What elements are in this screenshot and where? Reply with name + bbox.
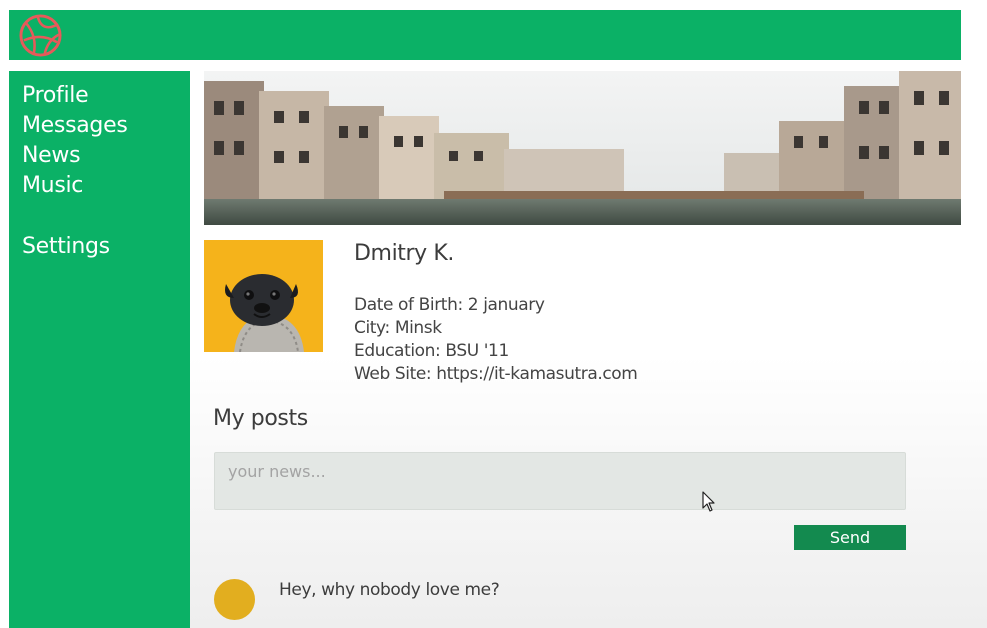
send-button[interactable]: Send xyxy=(794,525,906,550)
nav-item-music[interactable]: Music xyxy=(22,171,190,201)
profile-banner-image xyxy=(204,71,961,225)
post-text: Hey, why nobody love me? xyxy=(279,580,500,600)
profile-name: Dmitry K. xyxy=(354,241,454,266)
nav-item-profile[interactable]: Profile xyxy=(22,81,190,111)
sidebar-nav: Profile Messages News Music Settings xyxy=(9,71,190,628)
mouse-cursor-icon xyxy=(702,491,715,512)
nav-item-settings[interactable]: Settings xyxy=(22,232,190,262)
pug-avatar-image xyxy=(204,240,323,352)
basketball-logo-icon[interactable] xyxy=(18,13,63,58)
posts-title: My posts xyxy=(213,406,308,431)
profile-info: Date of Birth: 2 january City: Minsk Edu… xyxy=(354,294,638,386)
post-avatar xyxy=(214,579,255,620)
app-header xyxy=(9,10,961,60)
new-post-input[interactable] xyxy=(214,452,906,510)
nav-item-messages[interactable]: Messages xyxy=(22,111,190,141)
info-date-of-birth: Date of Birth: 2 january xyxy=(354,295,545,315)
info-education: Education: BSU '11 xyxy=(354,341,509,361)
nav-item-news[interactable]: News xyxy=(22,141,190,171)
info-city: City: Minsk xyxy=(354,318,442,338)
info-website: Web Site: https://it-kamasutra.com xyxy=(354,364,638,384)
